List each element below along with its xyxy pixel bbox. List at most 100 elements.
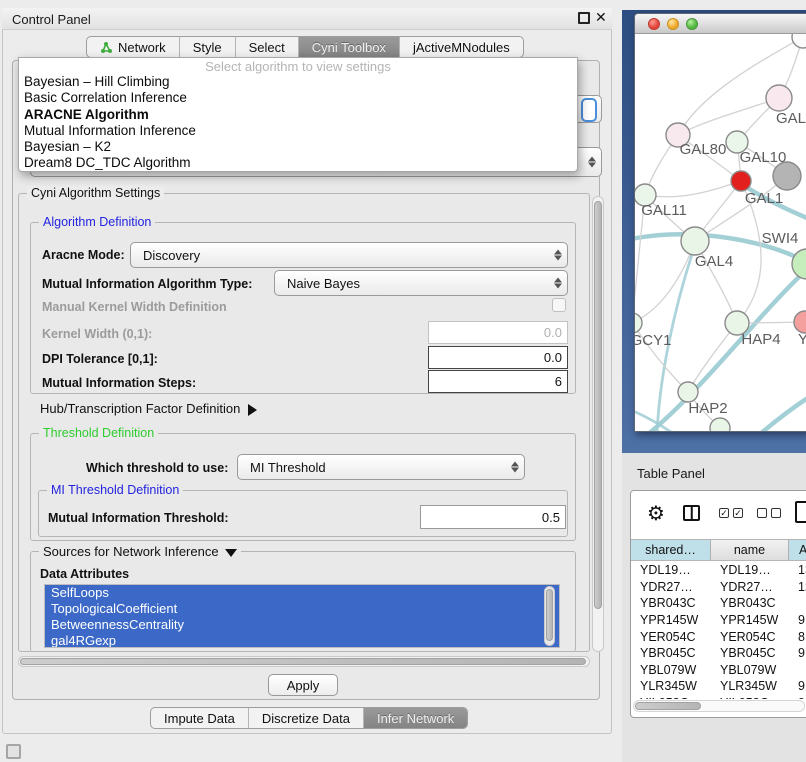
minimized-panel-icon[interactable] [6,744,21,759]
minimize-window-button[interactable] [667,18,679,30]
table-row[interactable]: YBR043CYBR043C [631,595,806,612]
attributes-vscrollbar[interactable] [544,586,555,646]
network-edge[interactable] [678,98,779,135]
kernel-width-label: Kernel Width (0,1): [42,327,152,341]
table-row[interactable]: YER054CYER054C8. [631,628,806,645]
close-window-button[interactable] [648,18,660,30]
network-node-label: GAL80 [680,141,727,158]
network-node-label: SWI4 [762,230,799,247]
network-node-gcy1[interactable] [635,313,642,333]
tab-style[interactable]: Style [179,37,235,57]
combo-stepper-icon [554,250,562,261]
close-panel-icon[interactable]: ✕ [595,9,607,26]
network-node-label: GAL4 [695,253,733,270]
dropdown-item-selected[interactable]: ARACNE Algorithm [19,107,577,123]
network-window-titlebar[interactable] [635,14,806,34]
mi-steps-label: Mutual Information Steps: [42,376,196,390]
attribute-item[interactable]: SelfLoops [45,585,559,601]
network-node-label: HAP4 [741,331,780,348]
attribute-item[interactable]: gal4RGexp [45,633,559,648]
column-header-shared-name[interactable]: shared… [631,540,711,560]
network-node[interactable] [773,162,801,190]
tab-infer-network[interactable]: Infer Network [363,708,467,728]
apply-button[interactable]: Apply [268,674,338,696]
mi-steps-field[interactable]: 6 [428,370,568,393]
tab-select[interactable]: Select [235,37,298,57]
attribute-item[interactable]: TopologicalCoefficient [45,601,559,617]
control-panel-tabbar: Network Style Select Cyni Toolbox jActiv… [86,36,524,58]
table-row[interactable]: YBL079WYBL079W [631,662,806,679]
table-row[interactable]: YLR345WYLR345W9. [631,678,806,695]
network-node-gal1[interactable] [731,171,751,191]
network-edge[interactable] [635,241,695,323]
mi-type-combo[interactable]: Naive Bayes [274,270,568,296]
network-node-label: GAL11 [641,202,687,219]
network-node-swi4[interactable] [792,249,806,279]
network-edge[interactable] [759,397,806,432]
tab-network-label: Network [118,40,166,55]
combo-stepper-focused-icon[interactable] [581,98,597,122]
settings-gear-icon[interactable]: ⚙ [647,501,665,526]
network-node-gal4[interactable] [681,227,709,255]
aracne-mode-combo[interactable]: Discovery [130,242,568,268]
network-node-y[interactable] [794,311,806,333]
mi-threshold-label: Mutual Information Threshold: [48,511,229,525]
network-canvas[interactable]: GALGAL80GAL10GAL1GAL11GAL4SWI4GCY1HAP4YH… [635,34,806,432]
manual-kernel-checkbox[interactable] [552,298,566,312]
kernel-width-field[interactable]: 0.0 [428,321,568,344]
tab-discretize-data[interactable]: Discretize Data [248,708,363,728]
table-hscrollbar-thumb[interactable] [635,702,701,710]
control-panel-title: Control Panel [12,12,91,27]
network-view-window: GALGAL80GAL10GAL1GAL11GAL4SWI4GCY1HAP4YH… [634,13,806,432]
dpi-tolerance-label: DPI Tolerance [0,1]: [42,352,158,366]
data-attributes-list: SelfLoops TopologicalCoefficient Between… [44,584,560,648]
tab-impute-data[interactable]: Impute Data [151,708,248,728]
network-node-label: HAP2 [688,400,727,417]
dropdown-item[interactable]: Mutual Information Inference [19,123,577,139]
float-panel-icon[interactable] [578,12,590,24]
network-node[interactable] [710,418,730,432]
zoom-window-button[interactable] [686,18,698,30]
network-icon [100,41,113,54]
table-row[interactable]: YPR145WYPR145W9. [631,612,806,629]
dropdown-item[interactable]: Basic Correlation Inference [19,90,577,106]
settings-vscrollbar-thumb[interactable] [594,201,602,609]
collapse-arrow-icon [225,549,237,557]
which-threshold-combo[interactable]: MI Threshold [237,454,525,480]
network-node-hap2[interactable] [678,382,698,402]
network-node[interactable] [792,34,806,48]
table-hscrollbar[interactable] [633,700,805,712]
settings-vscrollbar[interactable] [592,196,604,652]
table-row[interactable]: YBR045CYBR045C9. [631,645,806,662]
select-all-checkboxes-icon[interactable]: ✓✓ [719,508,743,518]
attribute-item[interactable]: BetweennessCentrality [45,617,559,633]
column-header-cut[interactable]: A [789,540,806,560]
combo-stepper-icon [511,462,519,473]
deselect-all-checkboxes-icon[interactable] [757,508,781,518]
column-layout-icon[interactable] [683,505,700,521]
tab-network[interactable]: Network [87,37,179,57]
network-edge[interactable] [645,181,741,197]
table-row[interactable]: YIL052CYIL052C9. [631,695,806,699]
settings-hscrollbar[interactable] [18,656,590,667]
algorithm-definition-title: Algorithm Definition [39,215,155,229]
network-node-gal[interactable] [766,85,792,111]
threshold-definition-title: Threshold Definition [39,426,158,440]
sources-group-title[interactable]: Sources for Network Inference [39,544,241,559]
attributes-vscrollbar-thumb[interactable] [546,589,553,641]
dropdown-item[interactable]: Dream8 DC_TDC Algorithm [19,155,577,171]
table-row[interactable]: YDL19…YDL19…13 [631,562,806,579]
table-row[interactable]: YDR27…YDR27…12 [631,579,806,596]
column-header-name[interactable]: name [711,540,789,560]
tab-jactivemnodules[interactable]: jActiveMNodules [399,37,523,57]
mi-threshold-field[interactable]: 0.5 [420,505,566,529]
dropdown-item[interactable]: Bayesian – Hill Climbing [19,74,577,90]
dropdown-item[interactable]: Bayesian – K2 [19,139,577,155]
dpi-tolerance-field[interactable]: 0.0 [428,346,568,369]
new-table-icon[interactable] [795,501,806,523]
hub-definition-toggle[interactable]: Hub/Transcription Factor Definition [40,401,257,416]
network-node-label: GAL [776,110,806,127]
tab-cyni-toolbox[interactable]: Cyni Toolbox [298,37,399,57]
settings-hscrollbar-thumb[interactable] [20,658,586,665]
network-node-label: GAL1 [745,190,783,207]
